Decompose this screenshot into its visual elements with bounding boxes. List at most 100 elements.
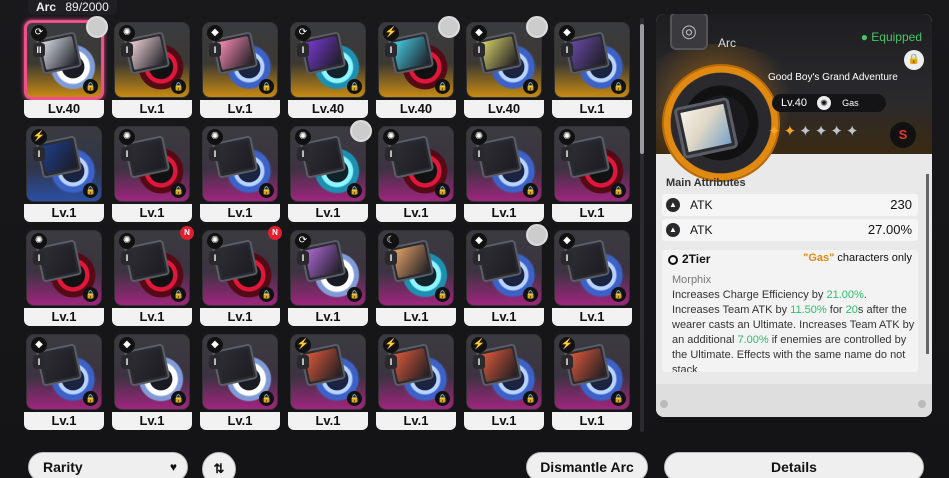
arc-item[interactable]: ✺ I 🔒 N Lv.1 bbox=[112, 226, 194, 328]
arc-card[interactable]: ⟳ I 🔒 bbox=[290, 22, 366, 98]
lock-icon[interactable]: 🔒 bbox=[259, 79, 274, 94]
lock-icon[interactable]: 🔒 bbox=[171, 79, 186, 94]
equipped-character-avatar bbox=[526, 224, 548, 246]
lock-icon[interactable]: 🔒 bbox=[347, 391, 362, 406]
lock-icon[interactable]: 🔒 bbox=[611, 183, 626, 198]
lock-icon[interactable]: 🔒 bbox=[523, 79, 538, 94]
arc-card[interactable]: ✺ I 🔒 bbox=[378, 126, 454, 202]
arc-item[interactable]: ◆ I 🔒 Lv.1 bbox=[552, 228, 632, 328]
detail-scrollbar[interactable] bbox=[926, 174, 929, 354]
arc-card[interactable]: ⚡ I 🔒 bbox=[466, 334, 542, 410]
arc-item[interactable]: ✺ I 🔒 Lv.1 bbox=[464, 124, 544, 224]
lock-icon[interactable]: 🔒 bbox=[259, 391, 274, 406]
lock-icon[interactable]: 🔒 bbox=[83, 79, 98, 94]
lock-icon[interactable]: 🔒 bbox=[171, 287, 186, 302]
arc-item[interactable]: ◆ I 🔒 Lv.1 bbox=[552, 20, 632, 120]
grid-scrollbar[interactable] bbox=[640, 18, 644, 432]
arc-card[interactable]: ◆ I 🔒 bbox=[202, 334, 278, 410]
detail-scroll-thumb[interactable] bbox=[926, 174, 929, 354]
arc-card[interactable]: ✺ I 🔒 bbox=[202, 230, 278, 306]
arc-card[interactable]: ◆ I 🔒 bbox=[114, 334, 190, 410]
lock-icon[interactable]: 🔒 bbox=[435, 287, 450, 302]
lock-icon[interactable]: 🔒 bbox=[83, 183, 98, 198]
arc-item[interactable]: ⚡ I 🔒 Lv.1 bbox=[464, 332, 544, 432]
arc-card[interactable]: ☾ I 🔒 bbox=[378, 230, 454, 306]
lock-icon[interactable]: 🔒 bbox=[347, 287, 362, 302]
lock-icon[interactable]: 🔒 bbox=[83, 287, 98, 302]
arc-item[interactable]: ⚡ I 🔒 Lv.1 bbox=[288, 332, 368, 432]
arc-card[interactable]: ⟳ I 🔒 bbox=[290, 230, 366, 306]
arc-item[interactable]: ◆ I 🔒 Lv.1 bbox=[112, 332, 192, 432]
arc-item[interactable]: ◆ I 🔒 Lv.40 bbox=[464, 16, 548, 120]
lock-icon[interactable]: 🔒 bbox=[435, 391, 450, 406]
lock-icon[interactable]: 🔒 bbox=[611, 79, 626, 94]
item-level: Lv.1 bbox=[288, 204, 368, 222]
details-button[interactable]: Details bbox=[664, 452, 924, 478]
lock-icon[interactable]: 🔒 bbox=[523, 391, 538, 406]
arc-item[interactable]: ✺ I 🔒 Lv.1 bbox=[24, 228, 104, 328]
arc-item[interactable]: ◆ I 🔒 Lv.1 bbox=[200, 332, 280, 432]
lock-icon[interactable]: 🔒 bbox=[83, 391, 98, 406]
arc-item[interactable]: ⟳ II 🔒 Lv.40 bbox=[24, 16, 108, 120]
dismantle-arc-button[interactable]: Dismantle Arc bbox=[526, 452, 648, 478]
arc-item[interactable]: ✺ I 🔒 Lv.1 bbox=[200, 124, 280, 224]
arc-item[interactable]: ✺ I 🔒 N Lv.1 bbox=[200, 226, 282, 328]
lock-icon[interactable]: 🔒 bbox=[171, 183, 186, 198]
arc-item[interactable]: ⟳ I 🔒 Lv.1 bbox=[288, 228, 368, 328]
arc-card[interactable]: ⚡ I 🔒 bbox=[554, 334, 630, 410]
arc-item[interactable]: ✺ I 🔒 Lv.1 bbox=[552, 124, 632, 224]
arc-item[interactable]: ◆ I 🔒 Lv.1 bbox=[24, 332, 104, 432]
lock-icon[interactable]: 🔒 bbox=[435, 183, 450, 198]
arc-card[interactable]: ◆ I 🔒 bbox=[202, 22, 278, 98]
arc-item[interactable]: ⟳ I 🔒 Lv.40 bbox=[288, 20, 368, 120]
arc-item[interactable]: ⚡ I 🔒 Lv.1 bbox=[24, 124, 104, 224]
arc-card[interactable]: ◆ I 🔒 bbox=[26, 334, 102, 410]
arc-item[interactable]: ⚡ I 🔒 Lv.40 bbox=[376, 16, 460, 120]
arc-card[interactable]: ✺ I 🔒 bbox=[114, 126, 190, 202]
level-element-pill: Lv.40 ✺ Gas bbox=[772, 94, 886, 112]
lock-icon[interactable]: 🔒 bbox=[523, 183, 538, 198]
arc-card[interactable]: ⚡ I 🔒 bbox=[26, 126, 102, 202]
arc-card[interactable]: ⚡ I 🔒 bbox=[290, 334, 366, 410]
lock-icon[interactable]: 🔒 bbox=[611, 287, 626, 302]
arc-card[interactable]: ✺ I 🔒 bbox=[466, 126, 542, 202]
detail-lock-icon[interactable]: 🔒 bbox=[904, 50, 924, 70]
arc-card[interactable]: ✺ I 🔒 bbox=[26, 230, 102, 306]
star-icon: ✦ bbox=[830, 123, 846, 140]
equipped-character-avatar bbox=[438, 16, 460, 38]
element-icon: ✺ bbox=[207, 233, 223, 249]
arc-card[interactable]: ✺ I 🔒 bbox=[202, 126, 278, 202]
grid-scroll-thumb[interactable] bbox=[640, 24, 644, 154]
arc-card[interactable]: ⚡ I 🔒 bbox=[378, 334, 454, 410]
arc-item[interactable]: ☾ I 🔒 Lv.1 bbox=[376, 228, 456, 328]
element-icon: ⟳ bbox=[31, 25, 47, 41]
cover-art bbox=[568, 243, 606, 279]
arc-item[interactable]: ◆ I 🔒 Lv.1 bbox=[200, 20, 280, 120]
arc-card[interactable]: ◆ I 🔒 bbox=[554, 230, 630, 306]
lock-icon[interactable]: 🔒 bbox=[523, 287, 538, 302]
arc-card[interactable]: ✺ I 🔒 bbox=[554, 126, 630, 202]
arc-item[interactable]: ✺ I 🔒 Lv.1 bbox=[112, 124, 192, 224]
lock-icon[interactable]: 🔒 bbox=[259, 287, 274, 302]
element-icon: ⚡ bbox=[383, 25, 399, 41]
sort-order-button[interactable]: ⇅ bbox=[202, 452, 236, 478]
lock-icon[interactable]: 🔒 bbox=[171, 391, 186, 406]
item-level: Lv.40 bbox=[288, 100, 368, 118]
lock-icon[interactable]: 🔒 bbox=[611, 391, 626, 406]
arc-item[interactable]: ✺ I 🔒 Lv.1 bbox=[112, 20, 192, 120]
arc-item[interactable]: ✺ I 🔒 Lv.1 bbox=[288, 120, 372, 224]
element-icon: ✺ bbox=[119, 129, 135, 145]
rarity-filter-button[interactable]: Rarity ♥ bbox=[28, 452, 188, 478]
arc-item[interactable]: ⚡ I 🔒 Lv.1 bbox=[552, 332, 632, 432]
arc-item[interactable]: ◆ I 🔒 Lv.1 bbox=[464, 224, 548, 328]
arc-item[interactable]: ✺ I 🔒 Lv.1 bbox=[376, 124, 456, 224]
lock-icon[interactable]: 🔒 bbox=[347, 183, 362, 198]
lock-icon[interactable]: 🔒 bbox=[435, 79, 450, 94]
arc-item[interactable]: ⚡ I 🔒 Lv.1 bbox=[376, 332, 456, 432]
lock-icon[interactable]: 🔒 bbox=[259, 183, 274, 198]
lock-icon[interactable]: 🔒 bbox=[347, 79, 362, 94]
arc-card[interactable]: ✺ I 🔒 bbox=[114, 22, 190, 98]
arc-card[interactable]: ◆ I 🔒 bbox=[554, 22, 630, 98]
item-level: Lv.1 bbox=[376, 308, 456, 326]
arc-card[interactable]: ✺ I 🔒 bbox=[114, 230, 190, 306]
